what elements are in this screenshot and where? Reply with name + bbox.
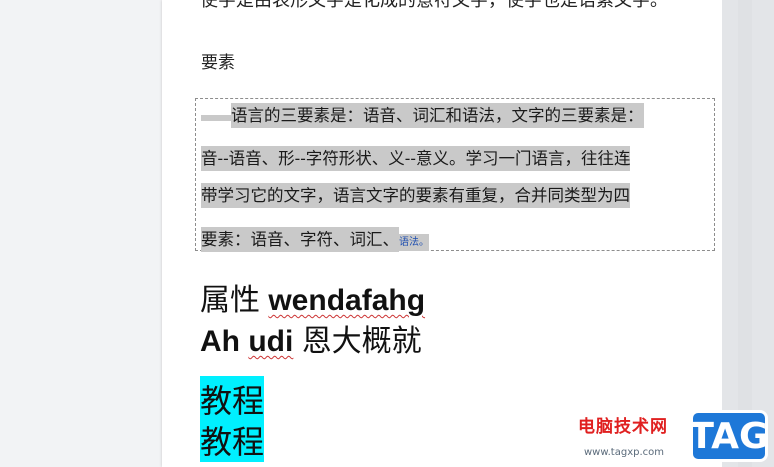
textbox-line-1[interactable]: 语言的三要素是：语音、词汇和语法，文字的三要素是： [201,102,644,128]
second-property-line[interactable]: Ah udi 恩大概就 [200,316,422,360]
cyan-text-2[interactable]: 教程 [200,417,264,463]
property-cjk: 属性 [200,283,260,318]
document-text-line-cut[interactable]: 使字是由表形文字是化成的意符文字，使字也是语素文字。 [200,0,668,12]
textbox-line-2[interactable]: 音--语音、形--字符形状、义--意义。学习一门语言，往往连 [201,145,631,171]
textbox-text: 音--语音、形--字符形状、义--意义。学习一门语言，往往连 [201,146,631,171]
second-line-cjk: 恩大概就 [301,324,422,359]
property-en: wendafahg [268,284,426,317]
cyan-text-1[interactable]: 教程 [200,376,264,422]
textbox-text: 语言的三要素是：语音、词汇和语法，文字的三要素是： [231,103,644,128]
watermark-url: www.tagxp.com [584,447,664,458]
watermark-site-name: 电脑技术网 [578,417,668,437]
left-workspace-gutter [0,0,162,467]
textbox-line-4[interactable]: 要素：语音、字符、词汇、语法。 [201,226,429,252]
document-heading[interactable]: 要素 [201,48,235,73]
second-line-en-a: Ah [200,325,240,358]
watermark-tag-logo: TAG [689,410,769,462]
textbox-link-text[interactable]: 语法。 [399,234,429,251]
property-line[interactable]: 属性 wendafahg [200,275,425,319]
textbox-text: 要素：语音、字符、词汇、 [201,227,399,252]
vertical-scrollbar-track[interactable] [738,0,752,467]
textbox-line-3[interactable]: 带学习它的文字，语言文字的要素有重复，合并同类型为四 [201,182,630,208]
second-line-en-b: udi [248,325,294,358]
textbox-text: 带学习它的文字，语言文字的要素有重复，合并同类型为四 [201,183,630,208]
